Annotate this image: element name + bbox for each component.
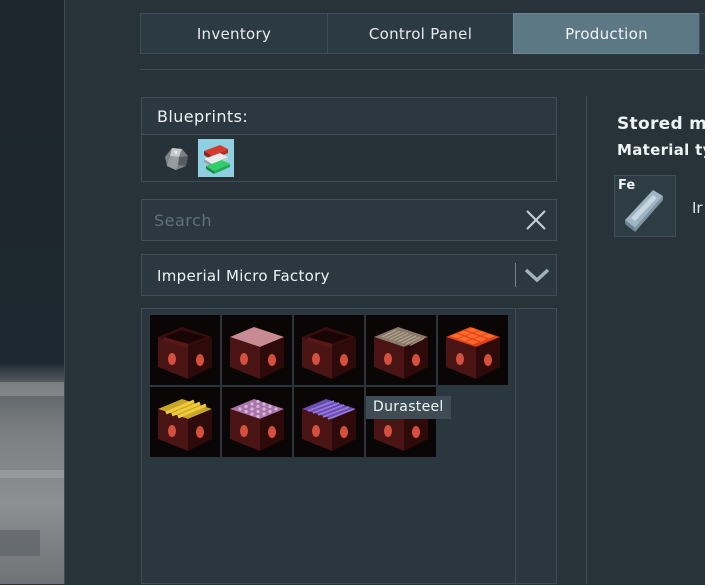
stored-materials-title: Stored ma — [617, 114, 705, 134]
tab-production[interactable]: Production — [513, 13, 699, 54]
blueprint-ore[interactable] — [158, 139, 194, 177]
material-slot[interactable]: Fe — [614, 175, 676, 237]
factory-dropdown-value: Imperial Micro Factory — [157, 267, 330, 285]
tab-divider — [140, 69, 705, 70]
chevron-down-icon — [524, 268, 550, 283]
product-item[interactable] — [294, 387, 364, 457]
game-world-backdrop — [0, 0, 65, 584]
product-item[interactable] — [222, 315, 292, 385]
item-grid — [142, 309, 516, 585]
product-cube-icon — [158, 399, 212, 451]
tab-bar: Inventory Control Panel Production — [140, 13, 705, 54]
close-icon[interactable] — [525, 209, 547, 231]
backdrop-streak — [0, 382, 64, 396]
ore-chunk-icon — [165, 148, 188, 170]
product-item[interactable] — [222, 387, 292, 457]
iron-ingot-icon — [625, 190, 663, 232]
product-item[interactable] — [150, 315, 220, 385]
product-cube-icon — [230, 327, 284, 379]
material-type-label: Material ty — [617, 141, 705, 159]
column-divider — [586, 96, 587, 584]
ingot-stack-icon — [204, 145, 230, 174]
backdrop-streak — [0, 530, 40, 556]
product-cube-icon — [302, 399, 356, 451]
backdrop-streak — [0, 470, 64, 478]
blueprints-panel: Blueprints: — [141, 97, 557, 182]
blueprint-list — [158, 139, 234, 177]
item-tooltip: Durasteel — [366, 396, 451, 419]
factory-dropdown[interactable]: Imperial Micro Factory — [141, 254, 557, 296]
material-name: Ir — [692, 199, 703, 217]
product-cube-icon — [374, 327, 428, 379]
product-item[interactable] — [366, 315, 436, 385]
search-input[interactable] — [142, 200, 512, 240]
blueprints-header: Blueprints: — [142, 98, 556, 135]
product-cube-icon — [230, 399, 284, 451]
product-cube-icon — [302, 327, 356, 379]
search-box — [141, 199, 557, 241]
product-item[interactable] — [438, 315, 508, 385]
product-item[interactable] — [150, 387, 220, 457]
dropdown-separator — [515, 263, 516, 287]
blueprint-ingots[interactable] — [198, 139, 234, 177]
item-grid-panel — [141, 308, 557, 585]
product-cube-icon — [158, 327, 212, 379]
product-cube-icon — [446, 327, 500, 379]
tab-control-panel[interactable]: Control Panel — [327, 13, 513, 54]
tab-inventory[interactable]: Inventory — [140, 13, 327, 54]
product-item[interactable] — [294, 315, 364, 385]
